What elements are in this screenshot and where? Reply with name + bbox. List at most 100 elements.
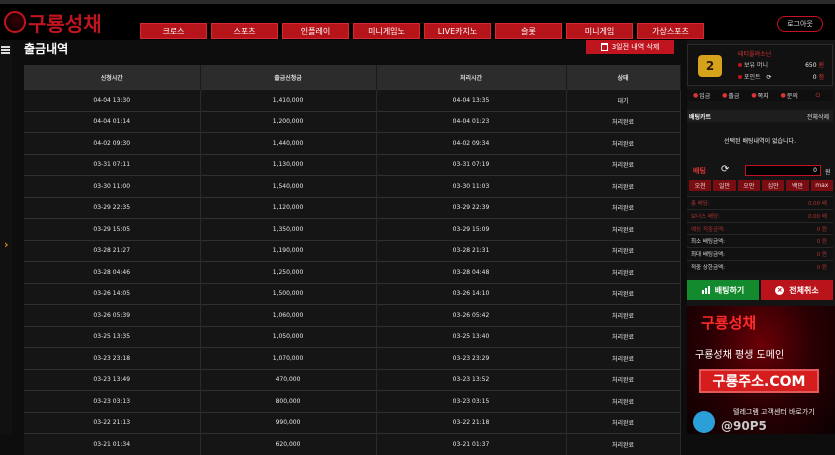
cell-process-time: 04-04 13:35 [376, 89, 567, 111]
quick-100k-button[interactable]: 십만 [761, 180, 785, 191]
bet-amount-row: 배팅 ⟳ 0 원 [687, 164, 833, 177]
withdrawal-table: 신청시간 출금신청금 처리시간 상태 04-04 13:30 1,410,000 0… [24, 65, 681, 455]
cell-amount: 1,060,000 [200, 304, 377, 326]
cell-request-time: 03-22 21:13 [24, 411, 201, 434]
cell-amount: 800,000 [200, 390, 377, 412]
cell-amount: 470,000 [200, 368, 377, 391]
bet-amount-unit: 원 [825, 169, 831, 176]
point-label: 포인트 [744, 74, 761, 81]
nav-item-live-casino[interactable]: LIVE카지노 [424, 23, 491, 39]
cell-status: 처리완료 [566, 433, 681, 455]
table-row: 03-21 01:34 620,000 03-21 01:37 처리완료 [24, 433, 681, 455]
cell-amount: 1,250,000 [200, 261, 377, 283]
table-row: 04-04 13:30 1,410,000 04-04 13:35 대기 [24, 89, 681, 111]
cell-process-time: 03-23 23:29 [376, 347, 567, 369]
cell-status: 처리완료 [566, 347, 681, 369]
cell-status: 처리완료 [566, 153, 681, 176]
hamburger-menu-icon[interactable] [1, 46, 10, 54]
point-refresh-icon[interactable]: ⟳ [766, 74, 771, 81]
banner-domain-button[interactable]: 구룡주소.COM [699, 369, 819, 393]
cell-status: 처리완료 [566, 368, 681, 391]
cell-request-time: 03-23 23:18 [24, 347, 201, 369]
table-row: 04-02 09:30 1,440,000 04-02 09:34 처리완료 [24, 132, 681, 154]
nav-item-inplay[interactable]: 인플레이 [282, 23, 349, 39]
nav-item-mini-casino[interactable]: 미니게임노 [353, 23, 420, 39]
deposit-button[interactable]: ● 입금 [687, 90, 716, 101]
cell-status: 처리완료 [566, 304, 681, 326]
table-row: 03-23 23:18 1,070,000 03-23 23:29 처리완료 [24, 347, 681, 369]
main-nav: 크로스 스포츠 인플레이 미니게임노 LIVE카지노 슬롯 미니게임 가상스포츠 [140, 23, 704, 39]
delete-history-button[interactable]: 3일전 내역 삭제 [586, 40, 674, 54]
telegram-icon[interactable] [693, 411, 715, 433]
cell-request-time: 03-23 03:13 [24, 390, 201, 412]
refresh-icon[interactable]: ⟳ [721, 164, 729, 175]
withdraw-button[interactable]: ● 출금 [716, 90, 745, 101]
promo-banner[interactable]: 구룡성채 구룡성채 평생 도메인 구룡주소.COM 텔레그램 고객센터 바로가기… [687, 306, 835, 434]
cell-process-time: 03-26 05:42 [376, 304, 567, 326]
bet-amount-input[interactable]: 0 [745, 165, 821, 176]
delete-history-label: 3일전 내역 삭제 [611, 43, 660, 51]
bet-label: 배팅 [693, 167, 706, 175]
logo-text: 구룡성채 [28, 11, 102, 36]
cell-amount: 1,350,000 [200, 218, 377, 240]
cell-request-time: 03-26 14:05 [24, 282, 201, 305]
betcart-empty-text: 선택된 배팅내역이 없습니다. [724, 138, 796, 145]
table-row: 03-31 07:11 1,130,000 03-31 07:19 처리완료 [24, 153, 681, 176]
cancel-all-button[interactable]: × 전체취소 [761, 280, 833, 300]
point-unit: 점 [818, 74, 824, 81]
point-value: 0 [812, 74, 817, 81]
cell-status: 처리완료 [566, 325, 681, 348]
cell-process-time: 03-29 15:09 [376, 218, 567, 240]
cell-process-time: 03-21 01:37 [376, 433, 567, 455]
cell-request-time: 03-28 04:46 [24, 261, 201, 283]
cell-status: 처리완료 [566, 390, 681, 412]
cancel-all-label: 전체취소 [789, 285, 819, 295]
quick-1m-button[interactable]: 백만 [786, 180, 809, 191]
message-button[interactable]: ● 쪽지 [745, 90, 774, 101]
nav-item-minigame[interactable]: 미니게임 [566, 23, 633, 39]
nav-item-slot[interactable]: 슬롯 [495, 23, 562, 39]
money-icon [738, 63, 742, 67]
logout-button[interactable]: 로그아웃 [777, 16, 823, 32]
betcart-delete-all[interactable]: 전체삭제 [807, 112, 829, 121]
cell-request-time: 03-26 05:39 [24, 304, 201, 326]
stat-row: 최대 배팅금액: 0 원 [687, 247, 833, 260]
left-drawer [0, 40, 12, 434]
money-unit: 원 [818, 62, 824, 69]
table-row: 03-30 11:00 1,540,000 03-30 11:03 처리완료 [24, 175, 681, 197]
point-row: 포인트 ⟳ 0 점 [738, 72, 830, 81]
betcart-title: 배팅카트 [689, 114, 712, 121]
table-row: 03-25 13:35 1,050,000 03-25 13:40 처리완료 [24, 325, 681, 348]
site-logo[interactable]: 구룡성채 [4, 8, 102, 36]
banner-telegram-text[interactable]: 텔레그램 고객센터 바로가기 [733, 407, 815, 417]
cell-amount: 1,190,000 [200, 239, 377, 262]
cell-process-time: 03-25 13:40 [376, 325, 567, 348]
nav-item-virtual-sports[interactable]: 가상스포츠 [637, 23, 704, 39]
quick-50k-button[interactable]: 오만 [737, 180, 760, 191]
page-title: 출금내역 [24, 42, 69, 56]
quick-10k-button[interactable]: 일만 [713, 180, 736, 191]
cell-request-time: 03-21 01:34 [24, 433, 201, 455]
cell-request-time: 03-29 15:05 [24, 218, 201, 240]
power-icon[interactable]: ⏻ [804, 90, 833, 101]
quick-5k-button[interactable]: 오천 [689, 180, 712, 191]
nav-item-cross[interactable]: 크로스 [140, 23, 207, 39]
header: 구룡성채 크로스 스포츠 인플레이 미니게임노 LIVE카지노 슬롯 미니게임 … [0, 4, 835, 40]
place-bet-button[interactable]: 배팅하기 [687, 280, 759, 300]
cell-status: 처리완료 [566, 261, 681, 283]
cell-request-time: 03-29 22:35 [24, 196, 201, 219]
table-row: 04-04 01:14 1,200,000 04-04 01:23 처리완료 [24, 110, 681, 133]
cell-process-time: 03-28 04:48 [376, 261, 567, 283]
cell-process-time: 03-23 03:15 [376, 390, 567, 412]
stat-row: 총 배당: 0.00 배 [687, 196, 833, 209]
inquiry-button[interactable]: ● 문의 [775, 90, 804, 101]
cell-amount: 1,130,000 [200, 153, 377, 176]
nav-item-sports[interactable]: 스포츠 [211, 23, 278, 39]
chevron-right-icon[interactable]: › [4, 238, 9, 251]
stat-row: 최소 배팅금액: 0 원 [687, 234, 833, 248]
cell-status: 처리완료 [566, 110, 681, 133]
quick-max-button[interactable]: max [810, 180, 833, 191]
cell-process-time: 03-22 21:18 [376, 411, 567, 434]
point-icon [738, 75, 742, 79]
cell-status: 처리완료 [566, 196, 681, 219]
